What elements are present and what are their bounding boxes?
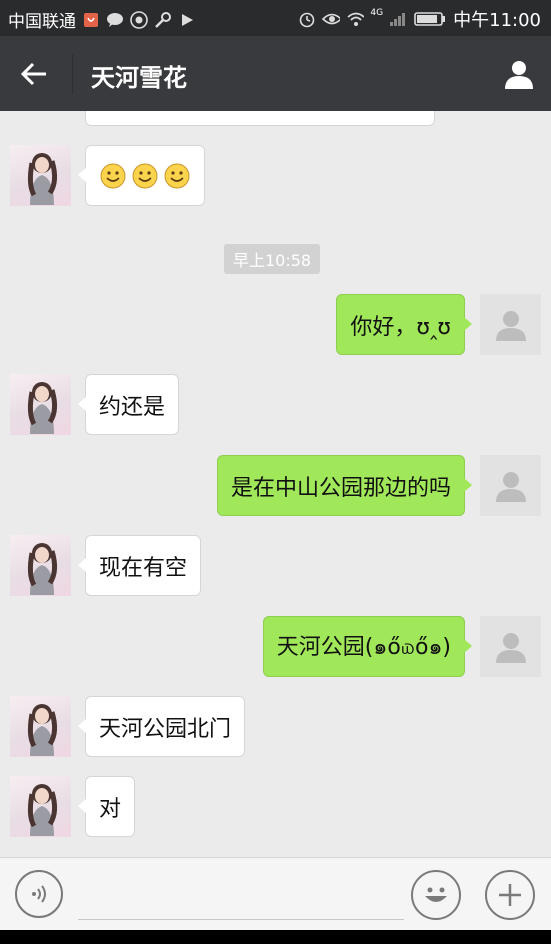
message-bubble-outgoing[interactable]: 天河公园(๑ő௰ő๑) [262,616,473,677]
emoji-icon [425,887,447,902]
eye-icon [322,10,341,28]
chat-title: 天河雪花 [91,64,187,92]
voice-button[interactable] [15,870,63,918]
more-button[interactable] [485,870,535,920]
message-bubble-incoming[interactable]: 约还是 [77,374,180,435]
notification-app-icon [82,11,100,29]
status-left: 中国联通 [8,7,196,32]
arrow-left-icon [20,62,46,86]
default-avatar-icon [495,310,526,341]
contact-avatar[interactable] [10,145,71,206]
message-bubble-partial [85,111,435,126]
contact-avatar[interactable] [10,696,71,757]
my-avatar[interactable] [480,455,541,516]
carrier-label: 中国联通 [8,12,76,32]
title-divider [72,54,73,94]
default-avatar-icon [495,471,526,502]
chat-info-button[interactable] [499,54,539,94]
smile-emoji-icon [132,163,158,188]
chat-header: 天河雪花 [0,36,551,111]
message-bubble-incoming[interactable]: 对 [77,776,136,837]
contact-avatar[interactable] [10,374,71,435]
smile-emoji-icon [100,163,126,188]
chat-notification-icon [106,11,124,29]
smile-emoji-icon [164,163,190,188]
message-input[interactable] [78,873,404,920]
tool-notification-icon [154,11,172,29]
input-bar [0,857,551,930]
message-timestamp: 早上10:58 [224,244,321,274]
network-type-label: 4G [370,8,384,18]
status-time: 中午11:00 [453,10,541,31]
contact-avatar[interactable] [10,535,71,596]
default-avatar-icon [495,632,526,663]
emoji-button[interactable] [411,870,461,920]
message-bubble-outgoing[interactable]: 是在中山公园那边的吗 [216,455,473,516]
play-notification-icon [178,11,196,29]
status-right: 4G 中午11:00 [298,6,541,32]
battery-icon [413,10,447,28]
system-nav-bar [0,930,551,944]
contact-avatar[interactable] [10,776,71,837]
person-icon [505,61,533,89]
status-bar: 中国联通 4G 中午11:00 [0,0,551,36]
alarm-icon [298,10,316,28]
my-avatar[interactable] [480,616,541,677]
back-button[interactable] [14,54,54,94]
message-bubble-outgoing[interactable]: 你好，ʊ‸ʊ [336,294,472,355]
voice-icon [32,885,46,903]
signal-icon [389,10,407,28]
camera-notification-icon [130,10,148,29]
plus-icon [499,884,521,906]
message-bubble-incoming[interactable]: 天河公园北门 [77,696,246,757]
my-avatar[interactable] [480,294,541,355]
message-bubble-emoji[interactable] [78,145,205,206]
chat-messages[interactable]: 早上10:58 你好，ʊ‸ʊ 约还是 是在中山公园那边的吗 现在有空 天河公园(… [0,111,551,857]
message-bubble-incoming[interactable]: 现在有空 [77,535,202,596]
wifi-icon [346,10,365,28]
